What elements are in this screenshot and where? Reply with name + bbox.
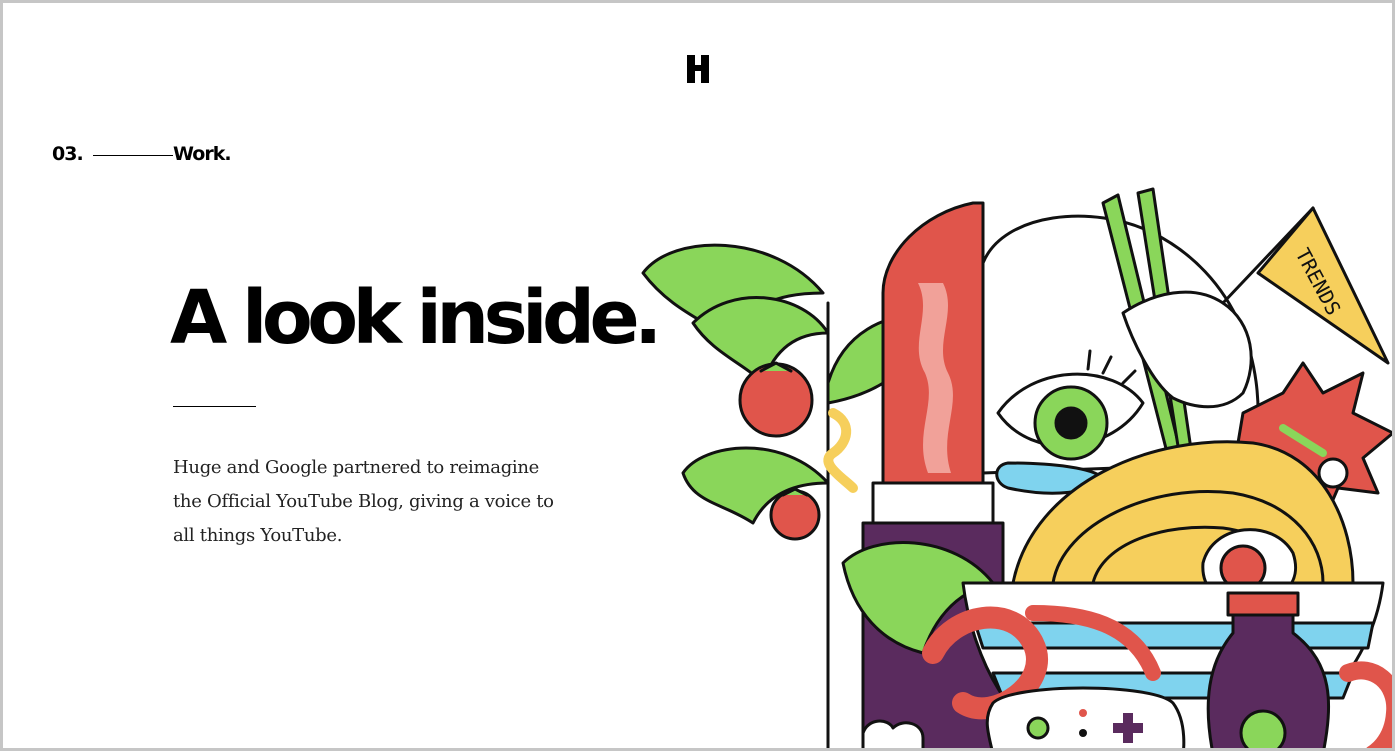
- tomato-2: [769, 489, 821, 541]
- huge-logo-link[interactable]: [686, 53, 710, 85]
- huge-h-logo-icon: [687, 55, 709, 83]
- page-frame: 03. Work. A look inside. Huge and Google…: [0, 0, 1395, 751]
- game-controller: [985, 686, 1186, 748]
- section-rule: [93, 155, 173, 156]
- hero-description: Huge and Google partnered to reimagine t…: [173, 457, 554, 546]
- youtube-blog-illustration: TRENDS: [641, 187, 1392, 748]
- headline-divider: [173, 406, 256, 407]
- section-name: Work.: [173, 143, 232, 165]
- hero-illustration: TRENDS: [633, 143, 1392, 748]
- hero-headline: A look inside.: [170, 275, 662, 361]
- section-number: 03.: [52, 143, 84, 165]
- tomato-1: [738, 362, 814, 438]
